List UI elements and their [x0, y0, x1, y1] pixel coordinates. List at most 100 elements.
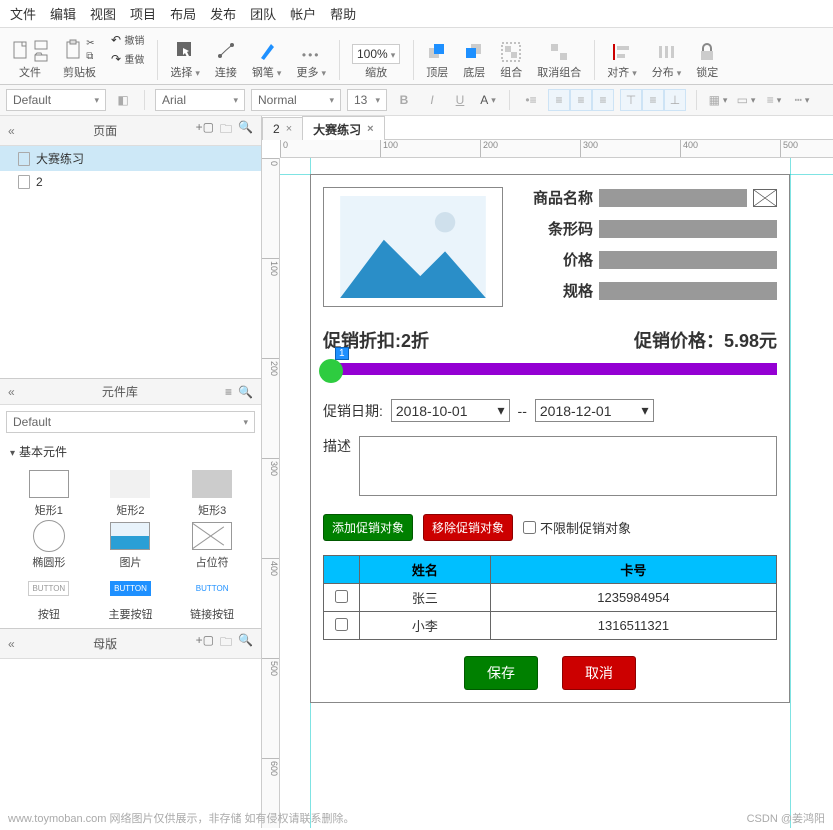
- toolbar-distribute[interactable]: 分布: [646, 42, 689, 80]
- menu-publish[interactable]: 发布: [210, 4, 236, 23]
- remove-target-button[interactable]: 移除促销对象: [423, 514, 513, 541]
- description-textarea[interactable]: [359, 436, 777, 496]
- lib-menu-icon[interactable]: ≡: [225, 385, 232, 399]
- unlimited-checkbox[interactable]: 不限制促销对象: [523, 518, 631, 537]
- lib-rect3[interactable]: 矩形3: [173, 470, 251, 518]
- line-width-button[interactable]: ≡: [763, 89, 785, 111]
- search-master-icon[interactable]: 🔍: [238, 633, 253, 654]
- bold-button[interactable]: B: [393, 89, 415, 111]
- add-master-folder-icon[interactable]: 🗀: [220, 633, 232, 654]
- close-tab-icon[interactable]: ×: [286, 123, 292, 135]
- lib-search-icon[interactable]: 🔍: [238, 385, 253, 399]
- row-checkbox[interactable]: [335, 618, 348, 631]
- promo-slider[interactable]: 1: [323, 359, 777, 379]
- collapse-icon[interactable]: «: [8, 385, 15, 399]
- product-name-input[interactable]: [599, 189, 747, 207]
- product-image-placeholder[interactable]: [323, 187, 503, 307]
- border-button[interactable]: ▭: [735, 89, 757, 111]
- menu-help[interactable]: 帮助: [330, 4, 356, 23]
- slider-thumb[interactable]: [319, 359, 343, 383]
- toolbar-select[interactable]: 选择: [164, 40, 207, 80]
- lib-image[interactable]: 图片: [92, 522, 170, 570]
- lib-link-button[interactable]: BUTTON链接按钮: [173, 574, 251, 622]
- menu-view[interactable]: 视图: [90, 4, 116, 23]
- lib-rect1[interactable]: 矩形1: [10, 470, 88, 518]
- collapse-icon[interactable]: «: [8, 124, 15, 138]
- price-input[interactable]: [599, 251, 777, 269]
- toolbar-ungroup[interactable]: 取消组合: [531, 42, 588, 80]
- close-tab-icon[interactable]: ×: [367, 123, 373, 135]
- search-page-icon[interactable]: 🔍: [238, 120, 253, 141]
- canvas-tab[interactable]: 大赛练习×: [302, 116, 384, 142]
- bullet-button[interactable]: •≡: [520, 89, 542, 111]
- lib-placeholder[interactable]: 占位符: [173, 522, 251, 570]
- menu-edit[interactable]: 编辑: [50, 4, 76, 23]
- mockup-frame[interactable]: 商品名称 条形码 价格 规格 促销折扣:2折 促销价格：5.98元 1: [310, 174, 790, 703]
- date-from-select[interactable]: 2018-10-01▾: [391, 399, 510, 422]
- text-color-button[interactable]: A: [477, 89, 499, 111]
- page-item[interactable]: 2: [0, 171, 261, 193]
- copy-icon[interactable]: ⧉: [86, 51, 94, 62]
- page-item[interactable]: 大赛练习: [0, 146, 261, 171]
- toolbar-pen[interactable]: 钢笔: [246, 40, 289, 80]
- save-button[interactable]: 保存: [464, 656, 538, 690]
- library-category[interactable]: 基本元件: [0, 439, 261, 464]
- lib-rect2[interactable]: 矩形2: [92, 470, 170, 518]
- line-style-button[interactable]: ┅: [791, 89, 813, 111]
- guide[interactable]: [790, 158, 791, 828]
- style-select[interactable]: Default: [6, 89, 106, 111]
- canvas-tab[interactable]: 2×: [262, 117, 303, 140]
- canvas[interactable]: 商品名称 条形码 价格 规格 促销折扣:2折 促销价格：5.98元 1: [280, 158, 833, 828]
- toolbar-lock[interactable]: 锁定: [690, 42, 725, 80]
- toolbar-undo[interactable]: ↶ 撤销 ↷ 重做: [105, 32, 151, 80]
- toolbar-front[interactable]: 顶层: [420, 42, 455, 80]
- toolbar-file[interactable]: 文件: [6, 40, 55, 80]
- save-icon[interactable]: [34, 40, 48, 50]
- menu-layout[interactable]: 布局: [170, 4, 196, 23]
- italic-button[interactable]: I: [421, 89, 443, 111]
- zoom-input[interactable]: 100%: [352, 44, 400, 64]
- menu-account[interactable]: 帐户: [290, 4, 316, 23]
- toolbar-clipboard[interactable]: ✂ ⧉ 剪贴板: [57, 38, 103, 80]
- valign-bot-button[interactable]: ⊥: [664, 89, 686, 111]
- underline-button[interactable]: U: [449, 89, 471, 111]
- lib-ellipse[interactable]: 椭圆形: [10, 522, 88, 570]
- add-folder-icon[interactable]: 🗀: [220, 120, 232, 141]
- align-left-button[interactable]: ≡: [548, 89, 570, 111]
- toolbar-align[interactable]: 对齐: [601, 42, 644, 80]
- cancel-button[interactable]: 取消: [562, 656, 636, 690]
- toolbar-group[interactable]: 组合: [494, 42, 529, 80]
- library-select[interactable]: Default: [6, 411, 255, 433]
- add-target-button[interactable]: 添加促销对象: [323, 514, 413, 541]
- date-to-select[interactable]: 2018-12-01▾: [535, 399, 654, 422]
- cut-icon[interactable]: ✂: [86, 38, 94, 49]
- add-page-icon[interactable]: +▢: [196, 120, 214, 141]
- lib-primary-button[interactable]: BUTTON主要按钮: [92, 574, 170, 622]
- collapse-icon[interactable]: «: [8, 637, 15, 651]
- spec-input[interactable]: [599, 282, 777, 300]
- weight-select[interactable]: Normal: [251, 89, 341, 111]
- style-manage-icon[interactable]: ◧: [112, 89, 134, 111]
- valign-top-button[interactable]: ⊤: [620, 89, 642, 111]
- font-select[interactable]: Arial: [155, 89, 245, 111]
- fill-button[interactable]: ▦: [707, 89, 729, 111]
- row-checkbox[interactable]: [335, 590, 348, 603]
- toolbar-back[interactable]: 底层: [457, 42, 492, 80]
- undo-button[interactable]: ↶ 撤销: [111, 32, 144, 47]
- menu-team[interactable]: 团队: [250, 4, 276, 23]
- lib-button[interactable]: BUTTON按钮: [10, 574, 88, 622]
- toolbar-connect[interactable]: 连接: [209, 40, 244, 80]
- align-right-button[interactable]: ≡: [592, 89, 614, 111]
- toolbar-more[interactable]: ••• 更多: [290, 48, 333, 80]
- align-center-button[interactable]: ≡: [570, 89, 592, 111]
- menu-project[interactable]: 项目: [130, 4, 156, 23]
- redo-button[interactable]: ↷ 重做: [111, 51, 144, 66]
- size-select[interactable]: 13: [347, 89, 387, 111]
- valign-mid-button[interactable]: ≡: [642, 89, 664, 111]
- clear-icon[interactable]: [753, 189, 777, 207]
- toolbar-zoom[interactable]: 100% 缩放: [346, 44, 407, 80]
- add-master-icon[interactable]: +▢: [196, 633, 214, 654]
- barcode-input[interactable]: [599, 220, 777, 238]
- open-icon[interactable]: [34, 52, 48, 62]
- menu-file[interactable]: 文件: [10, 4, 36, 23]
